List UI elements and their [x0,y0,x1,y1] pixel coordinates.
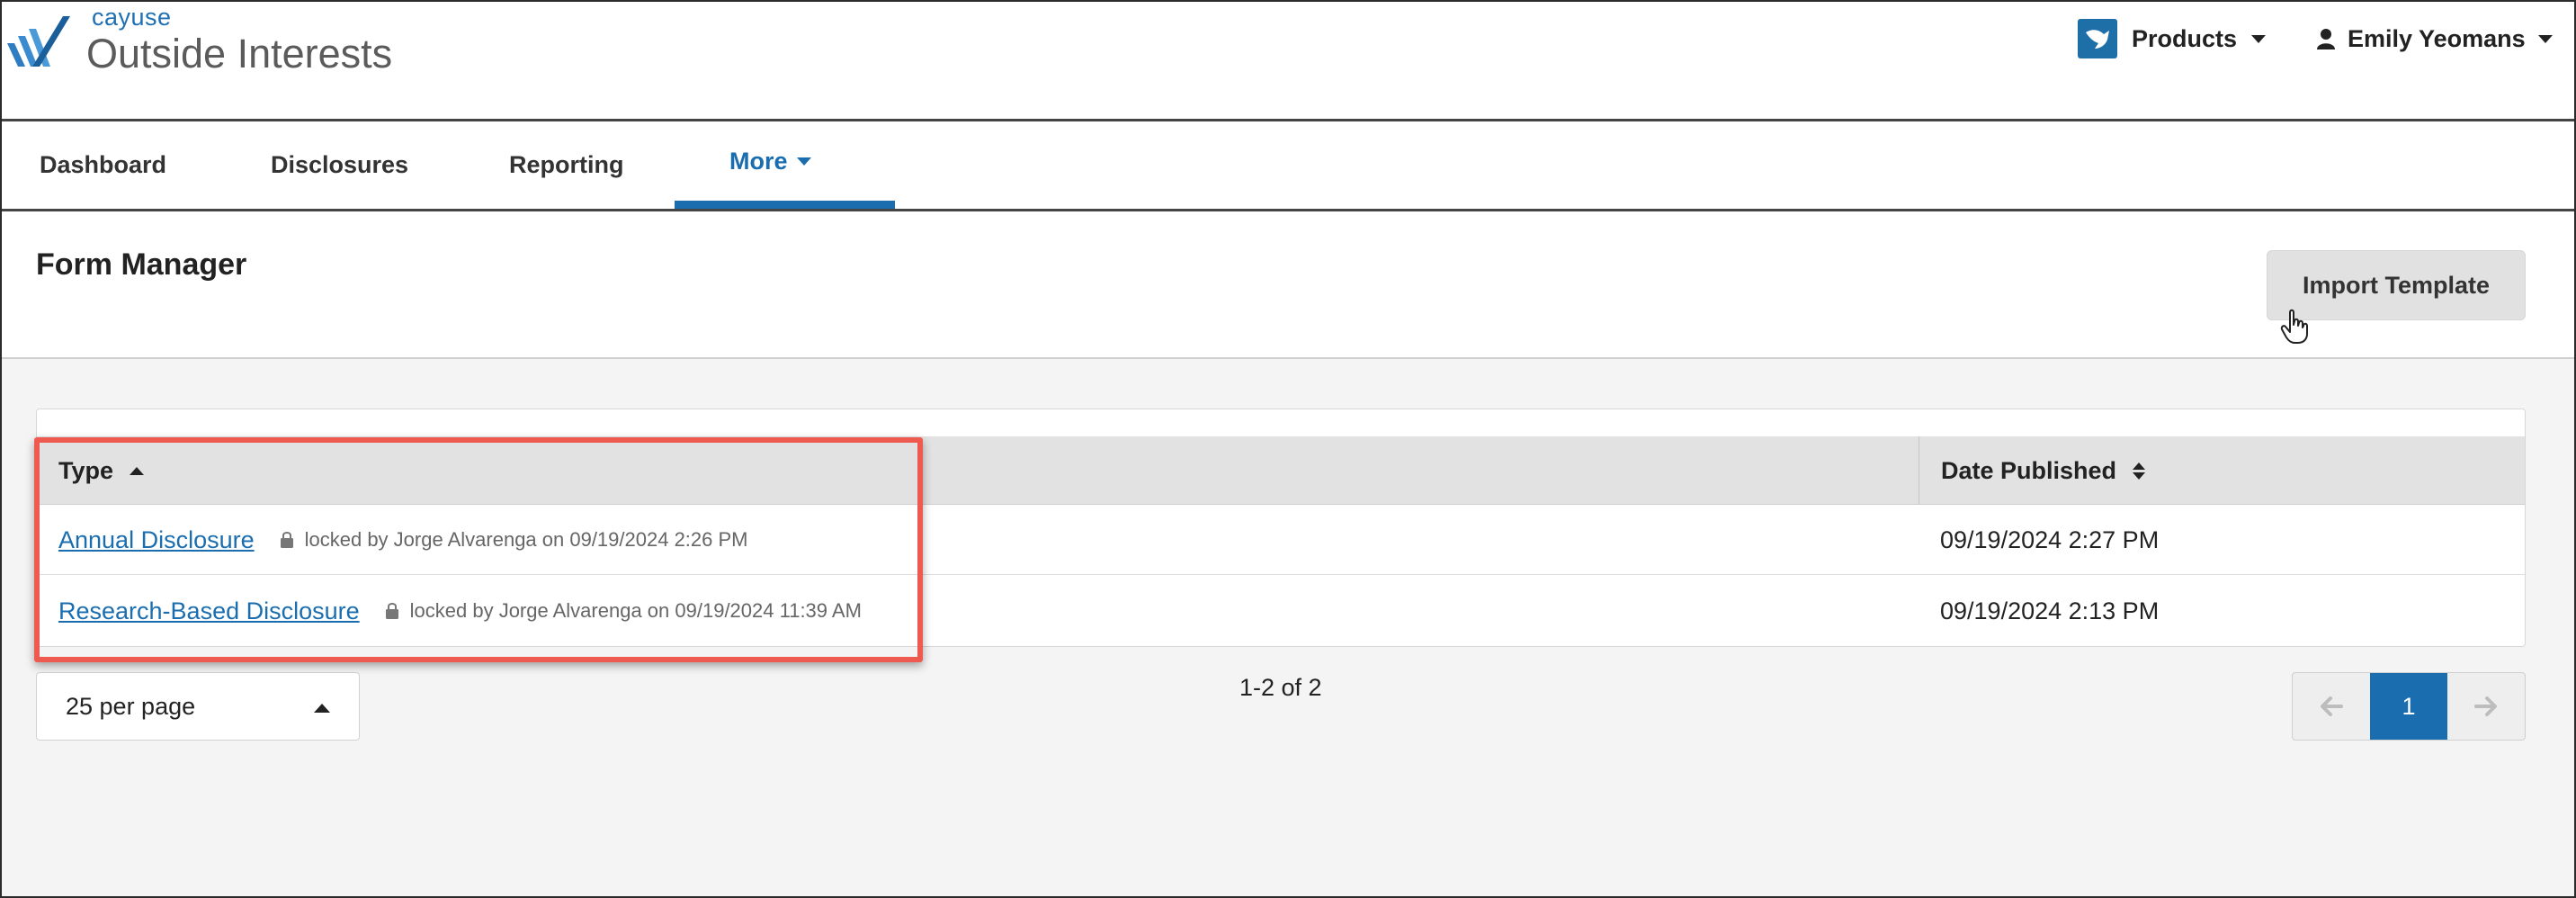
cayuse-logo-icon [7,16,70,67]
column-header-date-published[interactable]: Date Published [1941,436,2146,505]
products-menu[interactable]: Products [2078,18,2267,59]
tab-more-label: More [729,148,788,175]
pagination-range: 1-2 of 2 [1239,674,1322,701]
per-page-label: 25 per page [66,692,196,720]
pagination-controls: 1 [2292,672,2526,741]
user-icon [2317,29,2335,49]
products-label: Products [2132,24,2238,52]
app-header: cayuse Outside Interests Products Emily … [0,0,2576,121]
app-logo[interactable]: cayuse Outside Interests [5,4,392,77]
next-page-button[interactable] [2447,673,2525,740]
chevron-down-icon [2537,34,2553,43]
page-title: Form Manager [36,247,247,282]
user-name: Emily Yeomans [2348,24,2526,52]
previous-page-button[interactable] [2293,673,2370,740]
per-page-select[interactable]: 25 per page [36,672,360,741]
page-button-current[interactable]: 1 [2370,673,2447,740]
tab-more[interactable]: More [729,118,811,205]
main-nav: Dashboard Disclosures Reporting More [0,121,2576,211]
product-title: Outside Interests [86,31,393,76]
active-tab-indicator [675,201,895,209]
chevron-up-icon [314,704,330,713]
tab-dashboard[interactable]: Dashboard [40,121,166,209]
tab-reporting[interactable]: Reporting [509,121,624,209]
arrow-left-icon [2321,696,2343,716]
tab-disclosures[interactable]: Disclosures [271,121,408,209]
chevron-down-icon [2251,34,2267,43]
date-published-cell: 09/19/2024 2:27 PM [1940,525,2160,553]
highlight-box [34,437,923,662]
sort-icon [2133,462,2146,480]
hand-cursor-icon [2280,309,2308,344]
brand-name: cayuse [92,4,172,31]
arrow-right-icon [2474,696,2497,716]
column-date-label: Date Published [1941,456,2117,484]
products-icon [2078,19,2117,58]
date-published-cell: 09/19/2024 2:13 PM [1940,597,2160,624]
user-menu[interactable]: Emily Yeomans [2317,18,2553,59]
page-header: Form Manager Import Template [0,211,2576,359]
chevron-down-icon [796,157,811,166]
